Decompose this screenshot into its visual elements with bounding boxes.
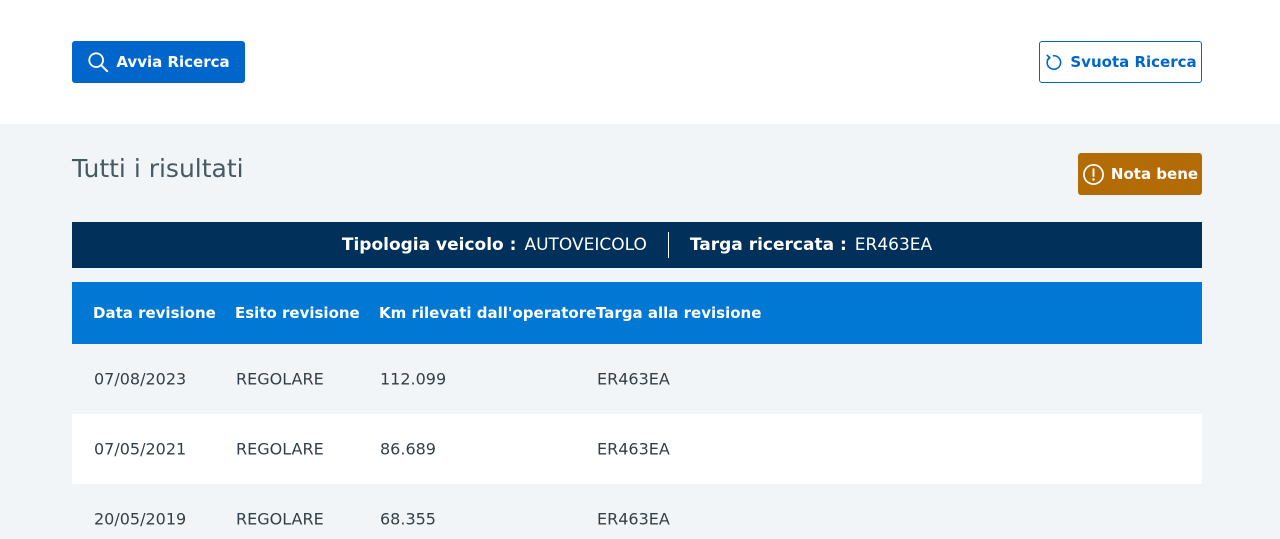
divider xyxy=(667,232,669,258)
revision-date: 07/08/2023 xyxy=(94,369,187,389)
start-search-button[interactable]: Avvia Ricerca xyxy=(72,41,245,83)
revision-outcome: REGOLARE xyxy=(236,369,324,389)
refresh-icon xyxy=(1044,53,1063,72)
revision-km: 68.355 xyxy=(380,509,436,529)
clear-search-button[interactable]: Svuota Ricerca xyxy=(1039,41,1202,83)
note-label: Nota bene xyxy=(1110,165,1199,183)
revision-date: 07/05/2021 xyxy=(94,439,187,459)
vehicle-type-label: Tipologia veicolo : xyxy=(341,235,517,255)
column-header-plate: Targa alla revisione xyxy=(596,304,762,322)
revisions-table: Data revisione Esito revisione Km rileva… xyxy=(72,282,1202,539)
column-header-km: Km rilevati dall'operatore xyxy=(379,304,597,322)
search-toolbar: Avvia Ricerca Svuota Ricerca xyxy=(0,0,1280,124)
revision-outcome: REGOLARE xyxy=(236,439,324,459)
results-section: Tutti i risultati Nota bene Tipologia ve… xyxy=(0,124,1280,539)
search-icon xyxy=(87,51,109,73)
revision-plate: ER463EA xyxy=(597,439,670,459)
revision-km: 112.099 xyxy=(380,369,447,389)
table-row: 07/05/2021 REGOLARE 86.689 ER463EA xyxy=(72,414,1202,484)
plate-value: ER463EA xyxy=(854,235,933,255)
clear-search-label: Svuota Ricerca xyxy=(1070,53,1197,71)
note-button[interactable]: Nota bene xyxy=(1078,153,1202,195)
table-row: 20/05/2019 REGOLARE 68.355 ER463EA xyxy=(72,484,1202,539)
plate-label: Targa ricercata : xyxy=(689,235,847,255)
results-title: Tutti i risultati xyxy=(72,154,244,183)
table-row: 07/08/2023 REGOLARE 112.099 ER463EA xyxy=(72,344,1202,414)
revision-outcome: REGOLARE xyxy=(236,509,324,529)
revision-date: 20/05/2019 xyxy=(94,509,187,529)
column-header-outcome: Esito revisione xyxy=(235,304,360,322)
vehicle-type-value: AUTOVEICOLO xyxy=(524,235,647,255)
table-header: Data revisione Esito revisione Km rileva… xyxy=(72,282,1202,344)
alert-circle-icon xyxy=(1082,163,1105,186)
vehicle-info-bar: Tipologia veicolo : AUTOVEICOLO Targa ri… xyxy=(72,222,1202,268)
revision-plate: ER463EA xyxy=(597,509,670,529)
start-search-label: Avvia Ricerca xyxy=(116,53,230,71)
column-header-date: Data revisione xyxy=(93,304,216,322)
revision-plate: ER463EA xyxy=(597,369,670,389)
revision-km: 86.689 xyxy=(380,439,436,459)
